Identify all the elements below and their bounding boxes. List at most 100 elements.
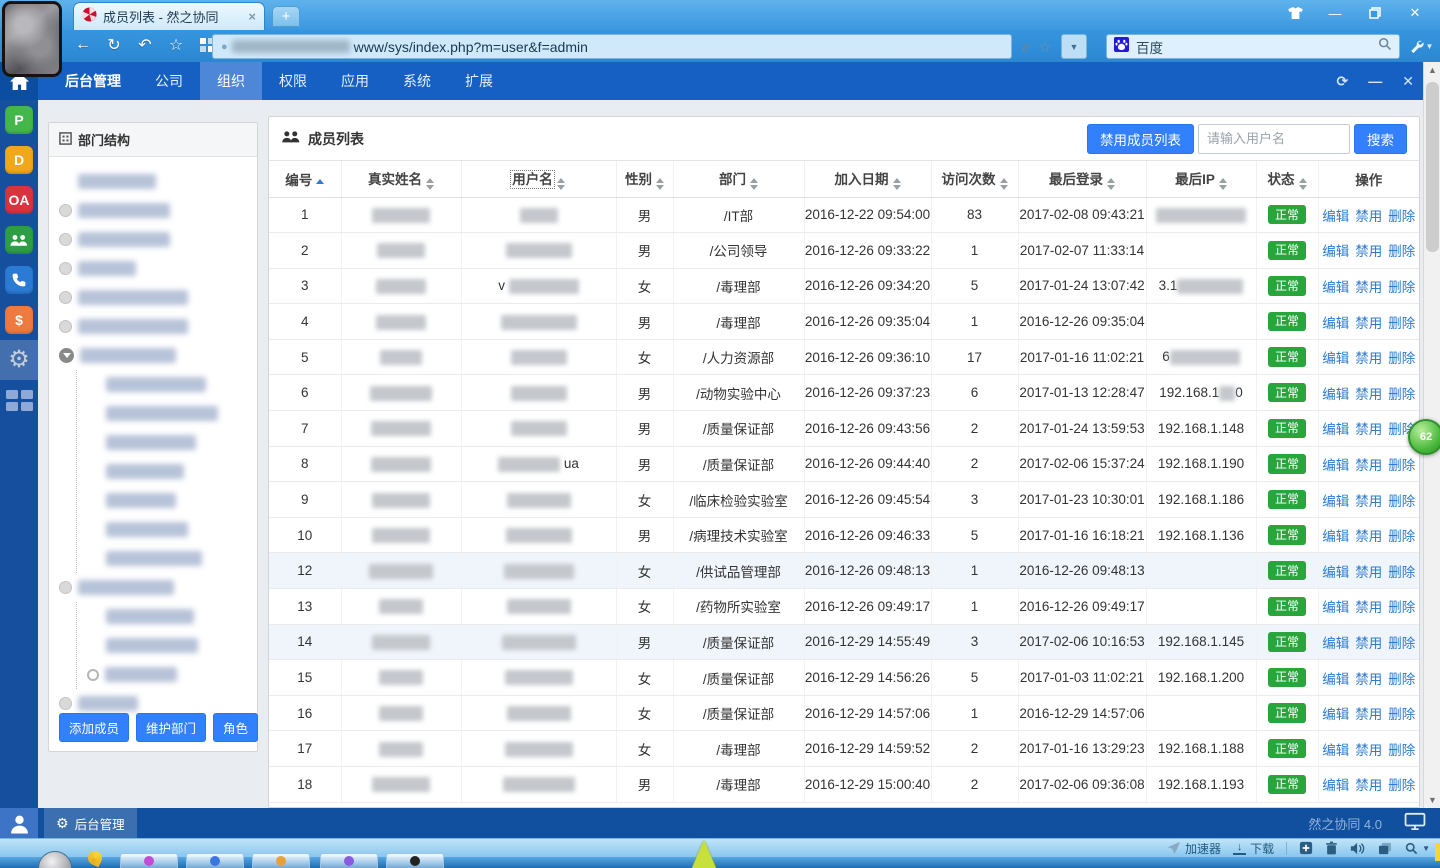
dept-tree-item[interactable] [59, 573, 257, 602]
manage-dept-button[interactable]: 维护部门 [136, 713, 207, 742]
dept-tree-item[interactable] [77, 370, 257, 399]
disable-link[interactable]: 禁用 [1355, 743, 1382, 758]
disable-link[interactable]: 禁用 [1355, 600, 1382, 615]
app-crm-button[interactable] [0, 220, 38, 260]
delete-link[interactable]: 删除 [1388, 351, 1415, 366]
tree-toggle-icon[interactable] [59, 262, 72, 275]
column-header-5[interactable]: 部门 [673, 161, 805, 198]
zoom-tool-icon[interactable]: ▼ [1405, 842, 1430, 855]
disable-link[interactable]: 禁用 [1355, 244, 1382, 259]
back-icon[interactable]: ← [72, 32, 94, 58]
delete-link[interactable]: 删除 [1388, 280, 1415, 295]
edit-link[interactable]: 编辑 [1322, 494, 1349, 509]
bookmark-icon[interactable]: ☆ [1039, 38, 1052, 56]
disable-link[interactable]: 禁用 [1355, 529, 1382, 544]
edit-link[interactable]: 编辑 [1322, 280, 1349, 295]
edit-link[interactable]: 编辑 [1322, 565, 1349, 580]
delete-link[interactable]: 删除 [1388, 565, 1415, 580]
tree-toggle-icon[interactable] [59, 204, 72, 217]
delete-link[interactable]: 删除 [1388, 743, 1415, 758]
disable-link[interactable]: 禁用 [1355, 351, 1382, 366]
disable-link[interactable]: 禁用 [1355, 280, 1382, 295]
search-magnifier-icon[interactable] [1378, 37, 1392, 56]
delete-link[interactable]: 删除 [1388, 529, 1415, 544]
app-project-button[interactable]: P [0, 100, 38, 140]
column-header-6[interactable]: 加入日期 [804, 161, 932, 198]
address-bar[interactable]: ● www/sys/index.php?m=user&f=admin [212, 34, 1012, 59]
delete-link[interactable]: 删除 [1388, 316, 1415, 331]
dept-tree-item[interactable] [59, 341, 257, 370]
address-dropdown-icon[interactable]: ▼ [1061, 34, 1087, 59]
edit-link[interactable]: 编辑 [1322, 707, 1349, 722]
delete-link[interactable]: 删除 [1388, 707, 1415, 722]
column-header-10[interactable]: 状态 [1256, 161, 1319, 198]
taskbar-app-button-5[interactable] [386, 853, 444, 868]
disable-link[interactable]: 禁用 [1355, 565, 1382, 580]
nav-item-3[interactable]: 组织 [200, 62, 262, 100]
column-header-2[interactable]: 真实姓名 [341, 161, 462, 198]
disable-link[interactable]: 禁用 [1355, 636, 1382, 651]
browser-tab[interactable]: 成员列表 - 然之协同 × [73, 2, 265, 30]
nav-item-5[interactable]: 应用 [324, 62, 386, 100]
column-header-8[interactable]: 最后登录 [1018, 161, 1147, 198]
add-member-button[interactable]: 添加成员 [59, 713, 130, 742]
dept-tree-item[interactable] [77, 544, 257, 573]
desktop-monitor-icon[interactable] [1404, 812, 1426, 835]
skin-icon[interactable] [1282, 2, 1308, 24]
disable-link[interactable]: 禁用 [1355, 316, 1382, 331]
tree-toggle-icon[interactable] [59, 320, 72, 333]
edit-link[interactable]: 编辑 [1322, 636, 1349, 651]
app-oa-button[interactable]: OA [0, 180, 38, 220]
ie-mode-icon[interactable]: e [1022, 37, 1030, 57]
username-search-input[interactable] [1198, 123, 1350, 154]
page-refresh-icon[interactable]: ⟳ [1337, 73, 1349, 90]
disable-link[interactable]: 禁用 [1355, 672, 1382, 687]
tree-toggle-icon[interactable] [59, 581, 72, 594]
app-phone-button[interactable] [0, 260, 38, 300]
accelerator-button[interactable]: 加速器 [1167, 840, 1221, 857]
search-box[interactable]: 百度 [1106, 34, 1400, 59]
dept-tree-item[interactable] [77, 660, 257, 689]
disable-link[interactable]: 禁用 [1355, 778, 1382, 793]
footer-admin-tab[interactable]: ⚙ 后台管理 [44, 808, 137, 838]
column-header-1[interactable]: 编号 [269, 161, 342, 198]
disable-link[interactable]: 禁用 [1355, 707, 1382, 722]
scroll-down-icon[interactable]: ▼ [1424, 792, 1440, 808]
dept-tree-item[interactable] [77, 428, 257, 457]
page-minimize-icon[interactable]: — [1368, 73, 1382, 89]
dept-tree-item[interactable] [59, 225, 257, 254]
edit-link[interactable]: 编辑 [1322, 351, 1349, 366]
edit-link[interactable]: 编辑 [1322, 244, 1349, 259]
delete-link[interactable]: 删除 [1388, 600, 1415, 615]
dept-tree-item[interactable] [77, 457, 257, 486]
edit-link[interactable]: 编辑 [1322, 316, 1349, 331]
delete-link[interactable]: 删除 [1388, 672, 1415, 687]
tree-toggle-icon[interactable] [87, 668, 99, 681]
delete-link[interactable]: 删除 [1388, 778, 1415, 793]
edit-link[interactable]: 编辑 [1322, 529, 1349, 544]
dept-tree-item[interactable] [77, 602, 257, 631]
taskbar-app-button-1[interactable] [120, 853, 178, 868]
tab-close-icon[interactable]: × [248, 9, 256, 24]
app-cash-button[interactable]: $ [0, 300, 38, 340]
page-close-icon[interactable]: ✕ [1402, 73, 1414, 90]
delete-link[interactable]: 删除 [1388, 387, 1415, 402]
dept-tree-item[interactable] [77, 515, 257, 544]
delete-link[interactable]: 删除 [1388, 494, 1415, 509]
nav-item-4[interactable]: 权限 [262, 62, 324, 100]
delete-link[interactable]: 删除 [1388, 636, 1415, 651]
speedball-widget[interactable]: 62 [1408, 419, 1440, 455]
tree-toggle-icon[interactable] [59, 291, 72, 304]
minimize-button[interactable]: — [1322, 2, 1348, 24]
disabled-members-button[interactable]: 禁用成员列表 [1087, 123, 1194, 154]
new-tab-button[interactable]: + [272, 6, 300, 27]
restore-button[interactable] [1362, 2, 1388, 24]
disable-link[interactable]: 禁用 [1355, 209, 1382, 224]
add-box-icon[interactable] [1299, 841, 1313, 855]
tree-collapse-icon[interactable] [59, 348, 74, 363]
disable-link[interactable]: 禁用 [1355, 458, 1382, 473]
dept-tree-item[interactable] [59, 254, 257, 283]
column-header-9[interactable]: 最后IP [1146, 161, 1257, 198]
edit-link[interactable]: 编辑 [1322, 458, 1349, 473]
user-avatar[interactable] [0, 808, 38, 838]
